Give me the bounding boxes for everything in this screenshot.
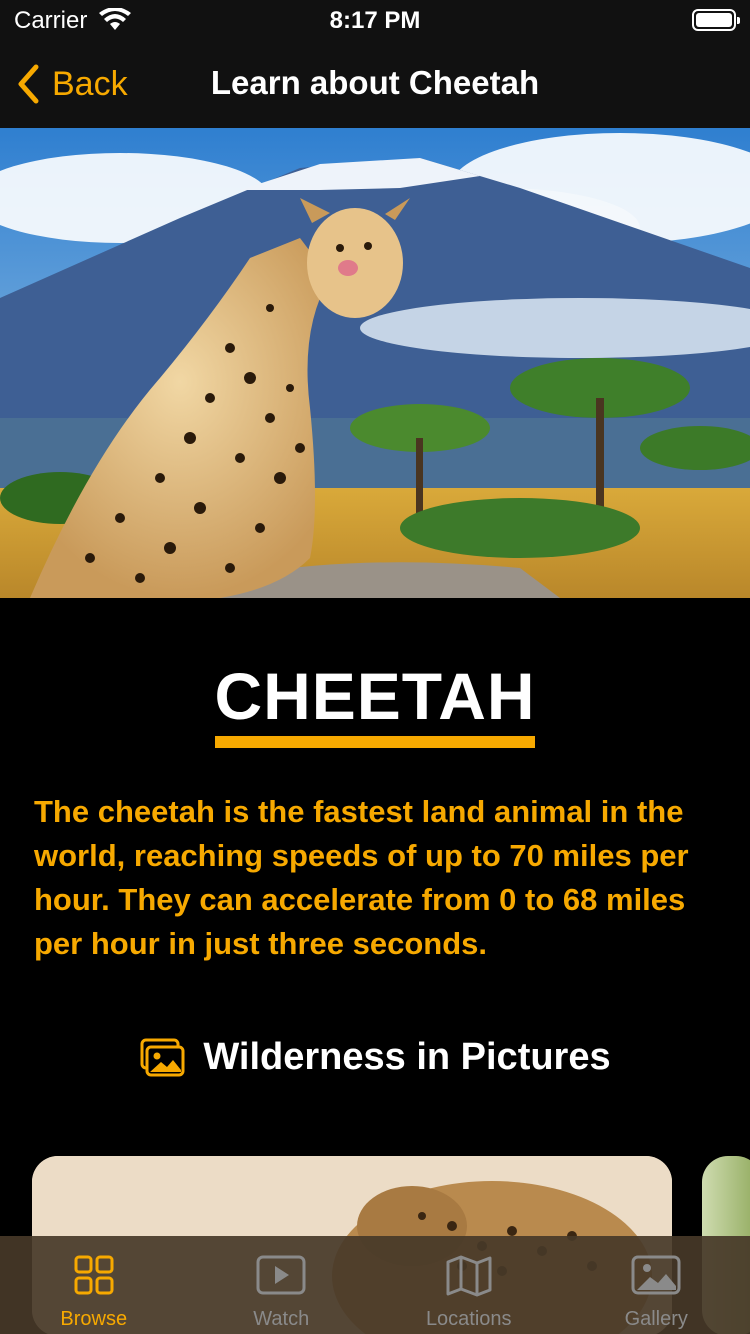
animal-description: The cheetah is the fastest land animal i… bbox=[34, 794, 689, 961]
grid-icon bbox=[74, 1255, 114, 1295]
map-icon bbox=[446, 1255, 492, 1297]
title-underline bbox=[215, 736, 535, 748]
tab-label-browse: Browse bbox=[60, 1308, 128, 1330]
play-icon bbox=[256, 1255, 306, 1295]
tab-watch[interactable]: Watch bbox=[188, 1236, 376, 1334]
tab-browse[interactable]: Browse bbox=[0, 1236, 188, 1334]
tab-bar: Browse Watch Locations Gallery bbox=[0, 1236, 750, 1334]
section-header: Wilderness in Pictures bbox=[0, 1036, 750, 1079]
animal-name: CHEETAH bbox=[214, 659, 536, 733]
tab-label-gallery: Gallery bbox=[624, 1308, 688, 1330]
section-title: Wilderness in Pictures bbox=[203, 1036, 611, 1078]
status-bar: Carrier 8:17 PM bbox=[0, 0, 750, 40]
tab-locations[interactable]: Locations bbox=[375, 1236, 563, 1334]
page-title: Learn about Cheetah bbox=[210, 64, 540, 101]
tab-label-locations: Locations bbox=[425, 1308, 512, 1330]
tab-gallery[interactable]: Gallery bbox=[563, 1236, 750, 1334]
tab-label-watch: Watch bbox=[253, 1308, 310, 1330]
photos-icon bbox=[140, 1038, 185, 1076]
hero-image bbox=[0, 128, 750, 598]
photo-icon bbox=[631, 1255, 681, 1295]
navigation-bar: Back Learn about Cheetah bbox=[0, 40, 750, 128]
battery-icon bbox=[692, 9, 740, 31]
clock: 8:17 PM bbox=[329, 7, 421, 34]
